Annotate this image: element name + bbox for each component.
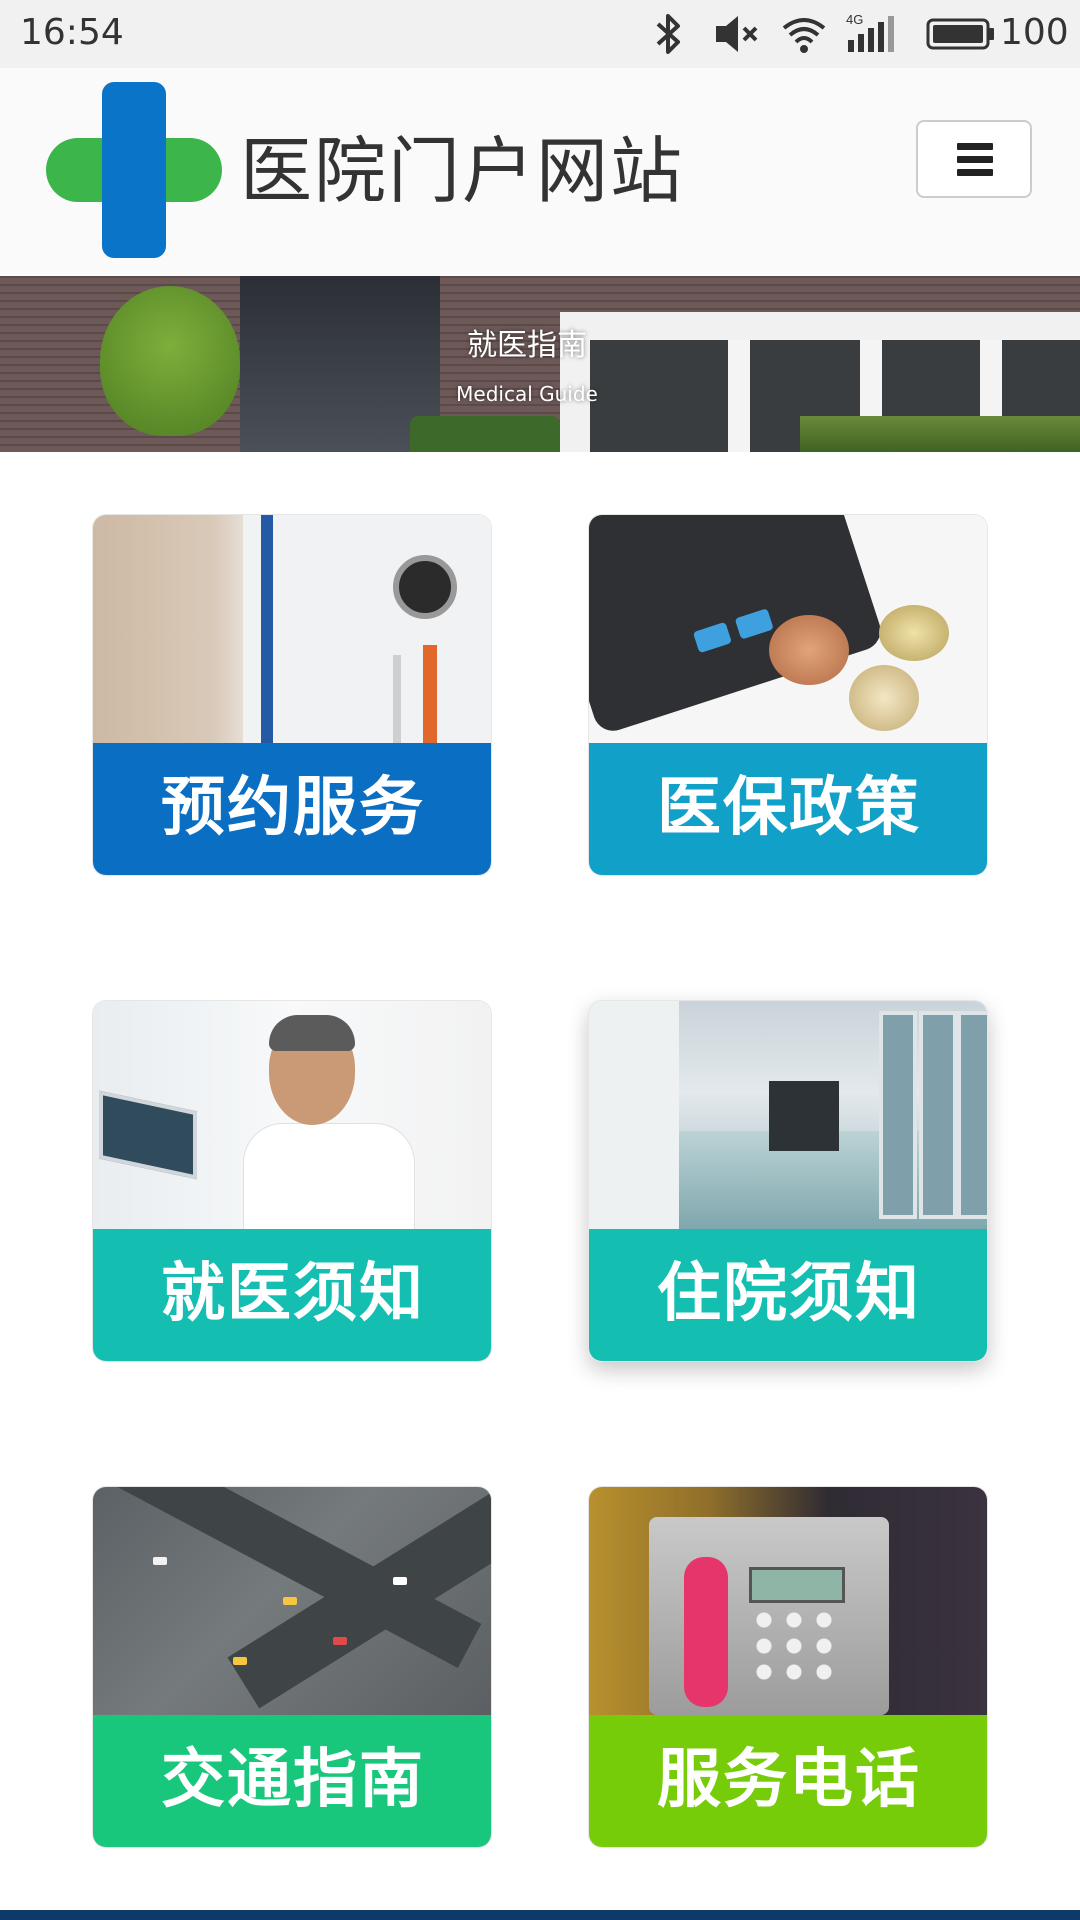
card-service-phone[interactable]: 服务电话 (588, 1486, 988, 1848)
status-bar: 16:54 4G 100 (0, 0, 1080, 68)
card-label: 医保政策 (589, 743, 987, 875)
hamburger-icon (957, 143, 993, 150)
site-title[interactable]: 医院门户网站 (240, 126, 684, 216)
footer-strip (0, 1910, 1080, 1920)
site-header: 医院门户网站 (0, 68, 1080, 276)
hamburger-icon-line (957, 169, 993, 176)
banner-bg-plants (800, 416, 1080, 452)
banner: 就医指南 Medical Guide (0, 276, 1080, 452)
card-appointment[interactable]: 预约服务 (92, 514, 492, 876)
signal-4g-icon: 4G (846, 12, 894, 52)
card-image-payphone (589, 1487, 987, 1715)
battery-icon (926, 18, 994, 50)
card-image-clinic (93, 1001, 491, 1229)
hospital-cross-logo[interactable] (46, 82, 222, 258)
battery-level: 100 (1000, 12, 1069, 53)
card-image-traffic (93, 1487, 491, 1715)
bluetooth-icon (656, 14, 680, 54)
card-label: 交通指南 (93, 1715, 491, 1847)
card-label: 就医须知 (93, 1229, 491, 1361)
card-traffic-guide[interactable]: 交通指南 (92, 1486, 492, 1848)
hamburger-icon-line (957, 156, 993, 163)
card-label: 服务电话 (589, 1715, 987, 1847)
status-time: 16:54 (20, 12, 124, 53)
logo-vertical-bar (102, 82, 166, 258)
banner-title: 就医指南 (467, 328, 587, 363)
svg-text:4G: 4G (846, 12, 863, 27)
card-medical-notice[interactable]: 就医须知 (92, 1000, 492, 1362)
wifi-icon (782, 18, 826, 53)
banner-bg-hedge (410, 416, 560, 452)
card-hospitalization-notice[interactable]: 住院须知 (588, 1000, 988, 1362)
card-label: 预约服务 (93, 743, 491, 875)
page: 16:54 4G 100 医院门户网站 就医指南 Medical Guide 预… (0, 0, 1080, 1920)
card-insurance[interactable]: 医保政策 (588, 514, 988, 876)
card-image-doctor (93, 515, 491, 743)
card-label: 住院须知 (589, 1229, 987, 1361)
banner-subtitle: Medical Guide (456, 382, 598, 406)
card-image-calculator (589, 515, 987, 743)
menu-button[interactable] (916, 120, 1032, 198)
card-image-corridor (589, 1001, 987, 1229)
mute-icon (716, 16, 758, 52)
